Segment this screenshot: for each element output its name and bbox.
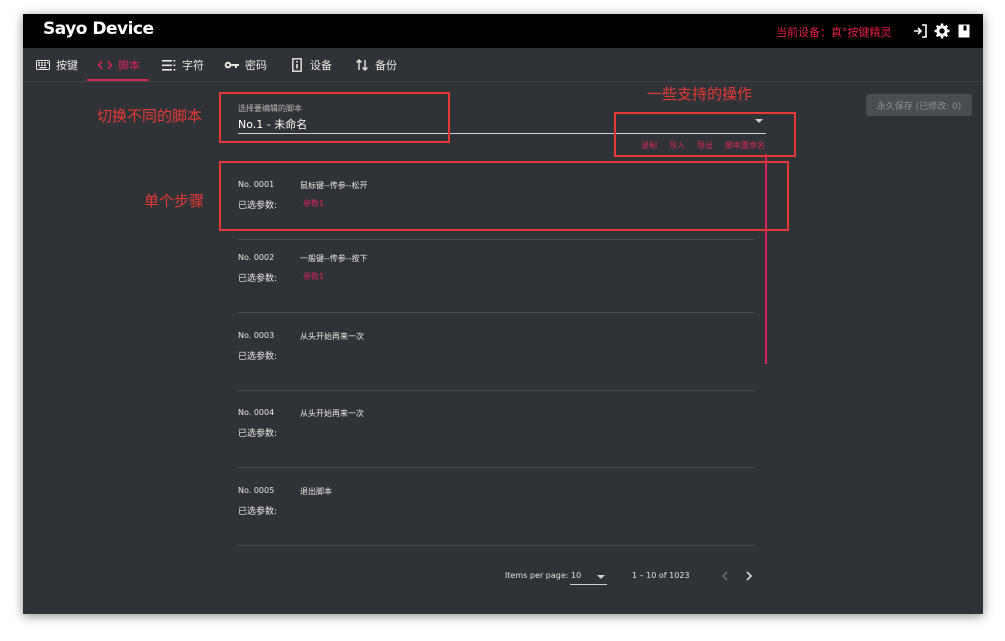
step-item[interactable]: No. 0005 退出脚本 已选参数: bbox=[238, 468, 754, 546]
annotation-single-step: 单个步骤 bbox=[144, 192, 205, 210]
app-window: Sayo Device 当前设备：真°按键精灵 按键 脚本 字符 密码 设备 备… bbox=[23, 14, 983, 614]
annotation-box-actions bbox=[614, 112, 796, 157]
step-params-label: 已选参数: bbox=[238, 507, 278, 517]
step-item[interactable]: No. 0004 从头开始再来一次 已选参数: bbox=[238, 390, 754, 468]
items-per-page-label: Items per page: bbox=[505, 571, 569, 580]
step-item[interactable]: No. 0002 一般键--传参--按下 已选参数: 参数1 bbox=[238, 235, 754, 313]
tab-keys[interactable]: 按键 bbox=[35, 48, 78, 82]
tab-keys-label: 按键 bbox=[56, 59, 78, 72]
chevron-down-icon bbox=[597, 575, 605, 579]
step-command: 从头开始再来一次 bbox=[300, 409, 364, 418]
tab-strings[interactable]: 字符 bbox=[161, 48, 204, 82]
tab-scripts[interactable]: 脚本 bbox=[97, 48, 140, 82]
tab-backup[interactable]: 备份 bbox=[354, 48, 397, 82]
save-button[interactable]: 永久保存 (已修改: 0) bbox=[866, 94, 972, 116]
tab-device[interactable]: 设备 bbox=[289, 48, 332, 82]
step-command: 退出脚本 bbox=[300, 487, 332, 496]
text-list-icon bbox=[161, 57, 177, 73]
nav-bar: 按键 脚本 字符 密码 设备 备份 bbox=[23, 48, 983, 82]
annotation-box-step bbox=[219, 161, 789, 231]
app-title: Sayo Device bbox=[43, 19, 154, 39]
chevron-right-icon[interactable] bbox=[742, 569, 756, 583]
tab-passwords[interactable]: 密码 bbox=[224, 48, 267, 82]
device-icon bbox=[289, 57, 305, 73]
step-command: 一般键--传参--按下 bbox=[300, 254, 368, 263]
step-params-label: 已选参数: bbox=[238, 274, 278, 284]
active-tab-indicator bbox=[87, 79, 149, 81]
book-icon[interactable] bbox=[956, 23, 972, 39]
current-device-label: 当前设备：真°按键精灵 bbox=[776, 26, 892, 39]
step-command: 从头开始再来一次 bbox=[300, 332, 364, 341]
titlebar: Sayo Device 当前设备：真°按键精灵 bbox=[23, 14, 983, 48]
code-icon bbox=[97, 57, 113, 73]
step-params-label: 已选参数: bbox=[238, 429, 278, 439]
keyboard-icon bbox=[35, 57, 51, 73]
tab-strings-label: 字符 bbox=[182, 59, 204, 72]
step-number: No. 0005 bbox=[238, 486, 275, 495]
page-range-label: 1 – 10 of 1023 bbox=[632, 571, 690, 580]
tab-backup-label: 备份 bbox=[375, 59, 397, 72]
swap-vert-icon bbox=[354, 57, 370, 73]
step-params-label: 已选参数: bbox=[238, 352, 278, 362]
tab-scripts-label: 脚本 bbox=[118, 59, 140, 72]
key-icon bbox=[224, 57, 240, 73]
annotation-switch-script: 切换不同的脚本 bbox=[97, 107, 203, 125]
login-icon[interactable] bbox=[912, 23, 928, 39]
page-size-value: 10 bbox=[571, 571, 582, 580]
step-number: No. 0002 bbox=[238, 253, 275, 262]
chevron-left-icon[interactable] bbox=[718, 569, 732, 583]
step-item[interactable]: No. 0003 从头开始再来一次 已选参数: bbox=[238, 313, 754, 391]
step-param[interactable]: 参数1 bbox=[303, 271, 324, 282]
step-number: No. 0004 bbox=[238, 408, 275, 417]
tab-passwords-label: 密码 bbox=[245, 59, 267, 72]
annotation-supported-ops: 一些支持的操作 bbox=[647, 85, 753, 103]
annotation-box-script-select bbox=[219, 92, 450, 143]
tab-device-label: 设备 bbox=[310, 59, 332, 72]
step-number: No. 0003 bbox=[238, 331, 275, 340]
gear-icon[interactable] bbox=[934, 23, 950, 39]
page-size-select[interactable]: 10 bbox=[570, 571, 607, 585]
